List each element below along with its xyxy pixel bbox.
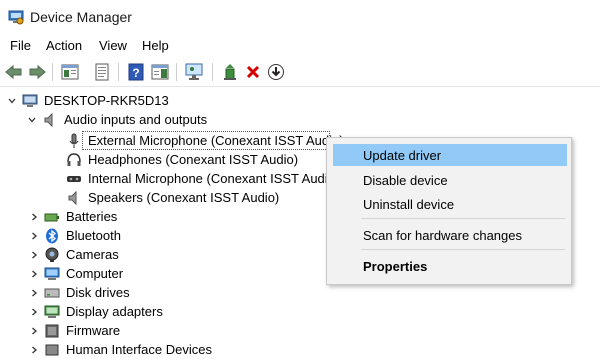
- context-menu: Update driver Disable device Uninstall d…: [326, 137, 572, 285]
- help-icon[interactable]: ?: [126, 62, 146, 82]
- tree-category-label: Audio inputs and outputs: [64, 112, 208, 127]
- tree-category-label: Batteries: [66, 209, 118, 224]
- battery-icon: [44, 209, 60, 225]
- context-update-driver[interactable]: Update driver: [333, 144, 567, 166]
- tree-category-label: Bluetooth: [66, 228, 121, 243]
- tree-category-label: Display adapters: [66, 304, 163, 319]
- chevron-right-icon[interactable]: [28, 306, 40, 318]
- scan-monitor-icon[interactable]: [184, 62, 204, 82]
- forward-icon[interactable]: [27, 62, 47, 82]
- chevron-right-icon[interactable]: [28, 344, 40, 356]
- context-properties[interactable]: Properties: [333, 255, 567, 277]
- back-icon[interactable]: [4, 62, 24, 82]
- tree-category-label: Cameras: [66, 247, 119, 262]
- chevron-right-icon[interactable]: [28, 287, 40, 299]
- device-label: Headphones (Conexant ISST Audio): [88, 152, 299, 167]
- properties-icon[interactable]: [92, 62, 112, 82]
- chevron-right-icon[interactable]: [28, 325, 40, 337]
- menu-view[interactable]: View: [97, 38, 129, 53]
- menu-bar: File Action View Help: [0, 36, 600, 58]
- computer-icon: [44, 266, 60, 282]
- tree-category-firmware[interactable]: Firmware: [28, 321, 120, 340]
- tree-category-disk-drives[interactable]: Disk drives: [28, 283, 130, 302]
- microphone-icon: [66, 133, 82, 149]
- tree-root-label: DESKTOP-RKR5D13: [44, 93, 169, 108]
- tree-device-headphones[interactable]: Headphones (Conexant ISST Audio): [66, 150, 298, 169]
- tree-device-external-mic[interactable]: External Microphone (Conexant ISST Audio…: [66, 131, 344, 150]
- menu-file[interactable]: File: [8, 38, 33, 53]
- tree-category-hid[interactable]: Human Interface Devices: [28, 340, 212, 359]
- disk-drive-icon: [44, 285, 60, 301]
- chevron-down-icon[interactable]: [6, 95, 18, 107]
- tree-category-display-adapters[interactable]: Display adapters: [28, 302, 163, 321]
- title-bar: Device Manager: [0, 0, 600, 36]
- device-label: External Microphone (Conexant ISST Audio…: [88, 133, 344, 148]
- menu-action[interactable]: Action: [44, 38, 84, 53]
- update-driver-icon[interactable]: [220, 62, 240, 82]
- internal-microphone-icon: [66, 171, 82, 187]
- tree-category-cameras[interactable]: Cameras: [28, 245, 119, 264]
- chevron-right-icon[interactable]: [28, 230, 40, 242]
- uninstall-icon[interactable]: [243, 62, 263, 82]
- hid-icon: [44, 342, 60, 358]
- toolbar: ?: [0, 58, 600, 87]
- speaker-icon: [42, 112, 58, 128]
- menu-help[interactable]: Help: [140, 38, 171, 53]
- chevron-right-icon[interactable]: [28, 211, 40, 223]
- tree-device-internal-mic[interactable]: Internal Microphone (Conexant ISST Audio…: [66, 169, 339, 188]
- display-adapter-icon: [44, 304, 60, 320]
- tree-root[interactable]: DESKTOP-RKR5D13: [6, 91, 169, 110]
- context-disable-device[interactable]: Disable device: [333, 169, 567, 191]
- console-tree-icon[interactable]: [60, 62, 80, 82]
- speaker-icon: [66, 190, 82, 206]
- context-separator: [361, 249, 565, 250]
- tree-category-bluetooth[interactable]: Bluetooth: [28, 226, 121, 245]
- tree-category-label: Disk drives: [66, 285, 130, 300]
- bluetooth-icon: [44, 228, 60, 244]
- context-scan-hardware[interactable]: Scan for hardware changes: [333, 224, 567, 246]
- tree-category-label: Firmware: [66, 323, 121, 338]
- svg-text:?: ?: [132, 66, 139, 80]
- tree-category-batteries[interactable]: Batteries: [28, 207, 117, 226]
- tree-category-computer[interactable]: Computer: [28, 264, 123, 283]
- device-label: Speakers (Conexant ISST Audio): [88, 190, 280, 205]
- tree-category-label: Human Interface Devices: [66, 342, 212, 357]
- chevron-right-icon[interactable]: [28, 249, 40, 261]
- device-label: Internal Microphone (Conexant ISST Audio…: [88, 171, 340, 186]
- window-title: Device Manager: [30, 9, 132, 25]
- camera-icon: [44, 247, 60, 263]
- tree-category-label: Computer: [66, 266, 124, 281]
- context-separator: [361, 218, 565, 219]
- chevron-right-icon[interactable]: [28, 268, 40, 280]
- context-uninstall-device[interactable]: Uninstall device: [333, 193, 567, 215]
- download-icon[interactable]: [266, 62, 286, 82]
- tree-category-audio[interactable]: Audio inputs and outputs: [26, 110, 207, 129]
- headphones-icon: [66, 152, 82, 168]
- device-manager-icon: [8, 9, 24, 25]
- chevron-down-icon[interactable]: [26, 114, 38, 126]
- computer-icon: [22, 93, 38, 109]
- tree-device-speakers[interactable]: Speakers (Conexant ISST Audio): [66, 188, 279, 207]
- action-pane-icon[interactable]: [150, 62, 170, 82]
- firmware-icon: [44, 323, 60, 339]
